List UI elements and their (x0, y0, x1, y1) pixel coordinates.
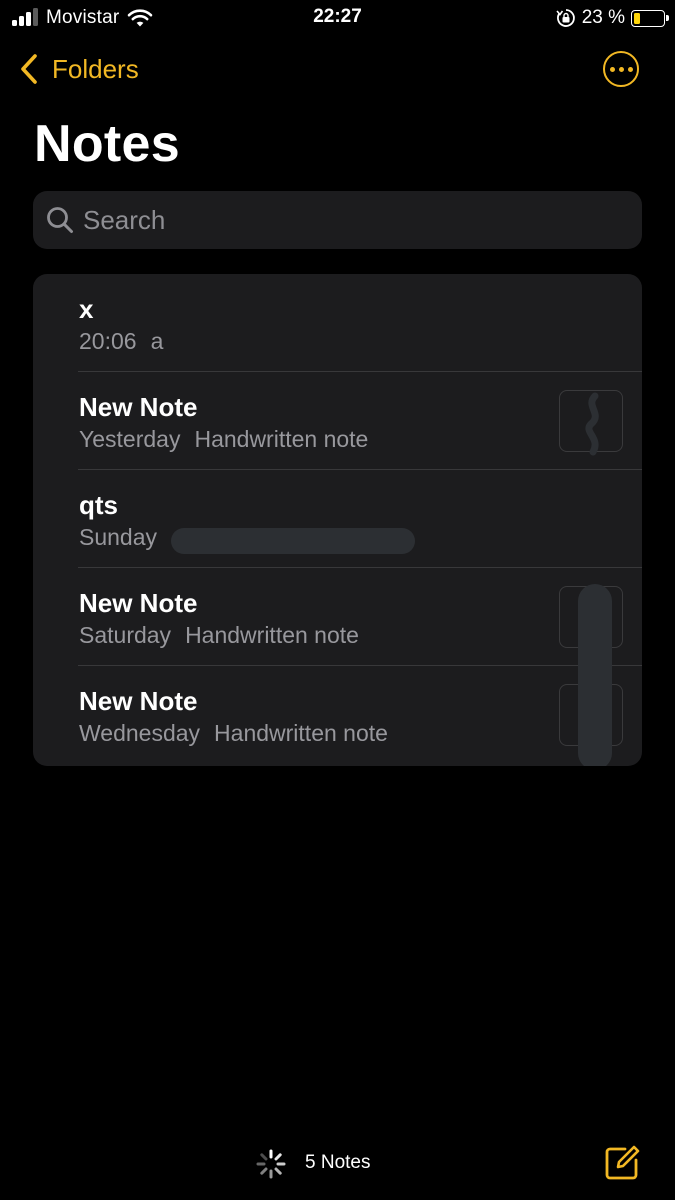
compose-icon[interactable] (603, 1144, 641, 1182)
note-meta: Sunday (79, 524, 171, 551)
note-row[interactable]: New Note Yesterday Handwritten note (33, 372, 642, 470)
search-input[interactable] (83, 204, 603, 236)
redaction-mark (171, 528, 415, 554)
back-to-folders-button[interactable]: Folders (18, 50, 139, 88)
note-date: Wednesday (79, 720, 201, 746)
redaction-mark (578, 584, 612, 766)
battery-level-fill (634, 12, 640, 24)
note-row[interactable]: New Note Wednesday Handwritten note (33, 666, 642, 764)
note-meta: Wednesday Handwritten note (79, 720, 388, 747)
note-title: qts (79, 490, 118, 520)
note-preview: Handwritten note (185, 622, 359, 648)
scribble-mark (585, 392, 599, 456)
note-date: Sunday (79, 524, 158, 550)
battery-icon (631, 9, 669, 27)
note-title: x (79, 294, 94, 324)
more-options-button[interactable] (603, 51, 639, 87)
rotation-lock-icon (556, 9, 575, 27)
note-date: 20:06 (79, 328, 137, 354)
note-row[interactable]: New Note Saturday Handwritten note (33, 568, 642, 666)
note-title: New Note (79, 686, 198, 716)
battery-percent: 23 % (581, 7, 625, 28)
bottom-toolbar: 5 Notes (0, 1130, 675, 1200)
note-preview: Handwritten note (214, 720, 388, 746)
notes-screen: Movistar 22:27 23 % Folders Notes Search… (0, 0, 675, 1200)
note-meta: Yesterday Handwritten note (79, 426, 368, 453)
note-meta: 20:06 a (79, 328, 163, 355)
loading-spinner-icon (256, 1149, 286, 1179)
search-bar[interactable] (33, 191, 642, 249)
note-preview: Handwritten note (194, 426, 369, 452)
back-label: Folders (52, 53, 139, 84)
note-title: New Note (79, 588, 198, 618)
ellipsis-dot (627, 66, 633, 72)
note-meta: Saturday Handwritten note (79, 622, 359, 649)
note-date: Saturday (79, 622, 172, 648)
page-title: Notes (34, 115, 180, 173)
ellipsis-circle-icon (609, 66, 615, 72)
note-row[interactable]: x 20:06 a (33, 274, 642, 372)
notes-count: 5 Notes (305, 1152, 371, 1173)
note-date: Yesterday (79, 426, 181, 452)
notes-list: x 20:06 a New Note Yesterday Handwritten n… (33, 274, 642, 766)
ellipsis-dot (618, 66, 624, 72)
status-right: 23 % (556, 6, 669, 30)
chevron-left-icon (21, 54, 37, 84)
status-bar: Movistar 22:27 23 % (0, 0, 675, 36)
note-preview: a (150, 328, 164, 354)
search-icon (47, 207, 73, 233)
note-title: New Note (79, 392, 198, 422)
